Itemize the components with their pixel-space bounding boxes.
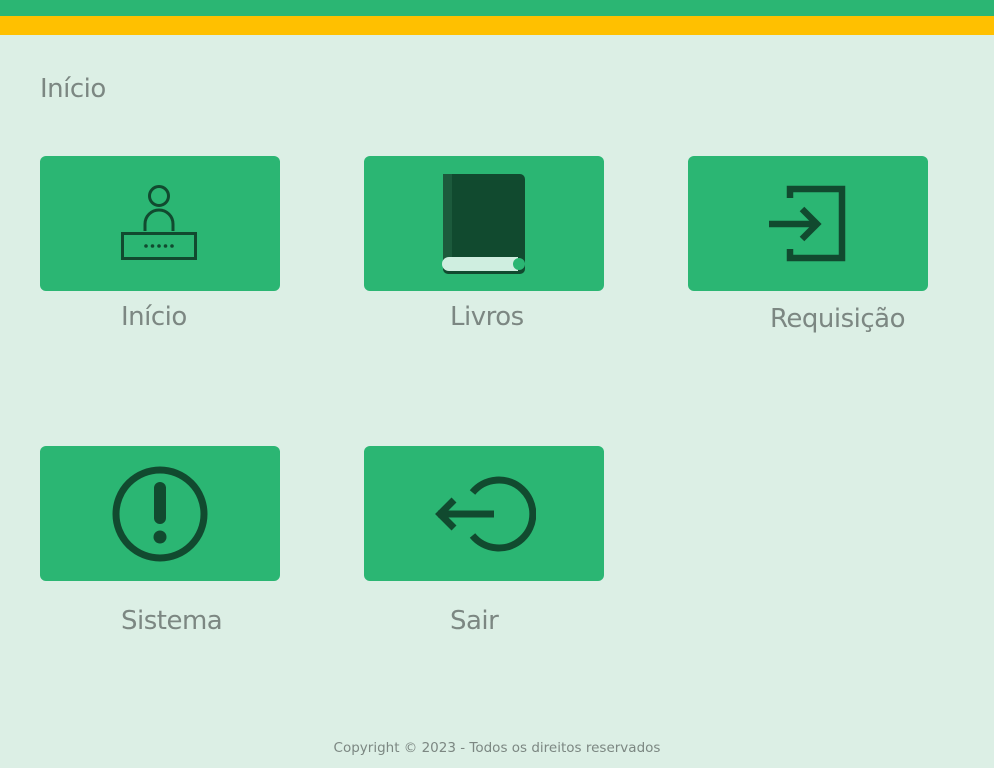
user-login-icon <box>121 184 197 260</box>
tile-label-requisicao[interactable]: Requisição <box>770 304 906 334</box>
tile-label-inicio[interactable]: Início <box>121 302 187 332</box>
header-green-bar <box>0 0 994 16</box>
tile-label-sair[interactable]: Sair <box>450 606 499 636</box>
tile-livros[interactable] <box>364 156 604 291</box>
header-yellow-bar <box>0 16 994 35</box>
footer-copyright: Copyright © 2023 - Todos os direitos res… <box>333 740 661 756</box>
exclamation-circle-icon <box>112 466 208 561</box>
tile-sistema[interactable] <box>40 446 280 581</box>
tile-inicio[interactable] <box>40 156 280 291</box>
logout-icon <box>435 476 536 551</box>
app-root: Início Início Livros Requisição Sistema … <box>0 0 994 768</box>
sign-in-icon <box>769 185 846 261</box>
page-title: Início <box>40 74 106 104</box>
tile-sair[interactable] <box>364 446 604 581</box>
tile-label-sistema[interactable]: Sistema <box>121 606 223 636</box>
book-icon <box>442 173 525 274</box>
tile-label-livros[interactable]: Livros <box>450 302 524 332</box>
tile-requisicao[interactable] <box>688 156 928 291</box>
